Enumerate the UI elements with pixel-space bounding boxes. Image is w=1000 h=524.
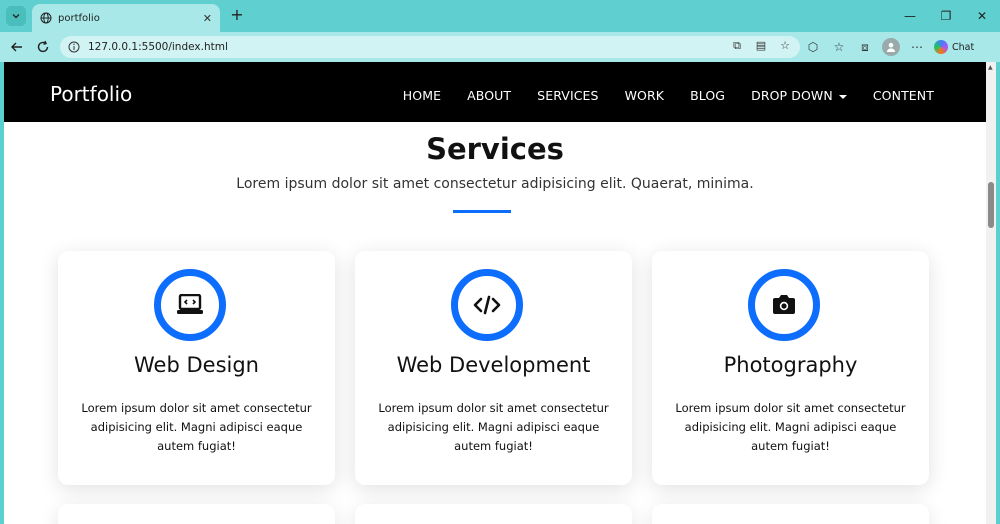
icon-circle [748, 269, 820, 341]
url-text: 127.0.0.1:5500/index.html [88, 41, 228, 53]
page-scrollbar[interactable]: ▲ [986, 62, 996, 524]
service-card-partial [355, 504, 632, 524]
nav-about[interactable]: ABOUT [467, 88, 511, 103]
nav-blog[interactable]: BLOG [690, 88, 725, 103]
browser-tab[interactable]: portfolio ✕ [32, 4, 220, 32]
service-card-photography: Photography Lorem ipsum dolor sit amet c… [652, 251, 929, 485]
service-card-web-development: Web Development Lorem ipsum dolor sit am… [355, 251, 632, 485]
copilot-icon [934, 40, 948, 54]
new-tab-button[interactable]: + [228, 6, 246, 24]
nav-home[interactable]: HOME [403, 88, 441, 103]
favorite-star-icon[interactable]: ☆ [778, 39, 792, 53]
card-title: Web Development [396, 353, 591, 377]
copilot-page-icon[interactable]: ⧉ [730, 39, 744, 53]
icon-circle [154, 269, 226, 341]
favorites-icon[interactable]: ☆ [830, 38, 848, 56]
page-viewport: Portfolio HOME ABOUT SERVICES WORK BLOG … [4, 62, 986, 524]
nav-menu: HOME ABOUT SERVICES WORK BLOG DROP DOWN … [403, 88, 934, 103]
title-underline [453, 210, 511, 213]
card-title: Photography [723, 353, 858, 377]
reader-view-icon[interactable]: ▤ [754, 39, 768, 53]
window-controls: — ❐ ✕ [892, 0, 1000, 32]
arrow-left-icon [11, 42, 22, 52]
reload-button[interactable] [34, 38, 52, 56]
close-tab-icon[interactable]: ✕ [203, 12, 212, 25]
tab-list-button[interactable] [6, 6, 26, 26]
more-menu-icon[interactable]: ⋯ [908, 38, 926, 56]
card-text: Lorem ipsum dolor sit amet consectetur a… [675, 401, 906, 453]
globe-icon [40, 12, 52, 24]
section-title: Services [426, 132, 564, 166]
nav-work[interactable]: WORK [625, 88, 664, 103]
address-toolbar: 127.0.0.1:5500/index.html ⧉ ▤ ☆ ⬡ ☆ ⧈ ⋯ … [0, 32, 1000, 62]
scroll-thumb[interactable] [988, 182, 994, 228]
laptop-code-icon [177, 294, 203, 314]
site-brand[interactable]: Portfolio [50, 82, 132, 106]
service-card-partial [652, 504, 929, 524]
nav-content[interactable]: CONTENT [873, 88, 934, 103]
camera-icon [773, 295, 795, 314]
scroll-up-icon[interactable]: ▲ [988, 64, 993, 71]
close-window-button[interactable]: ✕ [964, 0, 1000, 32]
chevron-down-icon [12, 14, 20, 19]
restore-button[interactable]: ❐ [928, 0, 964, 32]
address-bar[interactable]: 127.0.0.1:5500/index.html ⧉ ▤ ☆ [60, 36, 800, 58]
back-button[interactable] [8, 38, 26, 56]
site-info-icon [68, 41, 80, 53]
section-subtitle: Lorem ipsum dolor sit amet consectetur a… [236, 176, 754, 192]
tab-strip: portfolio ✕ + — ❐ ✕ [0, 0, 1000, 32]
icon-circle [451, 269, 523, 341]
chat-label: Chat [952, 41, 975, 53]
service-card-partial [58, 504, 335, 524]
service-card-web-design: Web Design Lorem ipsum dolor sit amet co… [58, 251, 335, 485]
site-navbar: Portfolio HOME ABOUT SERVICES WORK BLOG … [4, 62, 986, 122]
tab-title: portfolio [58, 12, 100, 24]
card-title: Web Design [134, 353, 259, 377]
extensions-icon[interactable]: ⬡ [804, 38, 822, 56]
minimize-button[interactable]: — [892, 0, 928, 32]
nav-services[interactable]: SERVICES [537, 88, 598, 103]
caret-down-icon [838, 94, 847, 99]
profile-avatar[interactable] [882, 38, 900, 56]
code-icon [473, 295, 501, 315]
card-text: Lorem ipsum dolor sit amet consectetur a… [81, 401, 312, 453]
user-icon [886, 42, 896, 52]
nav-dropdown-label: DROP DOWN [751, 88, 833, 103]
chat-button[interactable]: Chat [934, 40, 974, 54]
card-text: Lorem ipsum dolor sit amet consectetur a… [378, 401, 609, 453]
collections-icon[interactable]: ⧈ [856, 38, 874, 56]
nav-dropdown[interactable]: DROP DOWN [751, 88, 847, 103]
reload-icon [37, 40, 49, 53]
